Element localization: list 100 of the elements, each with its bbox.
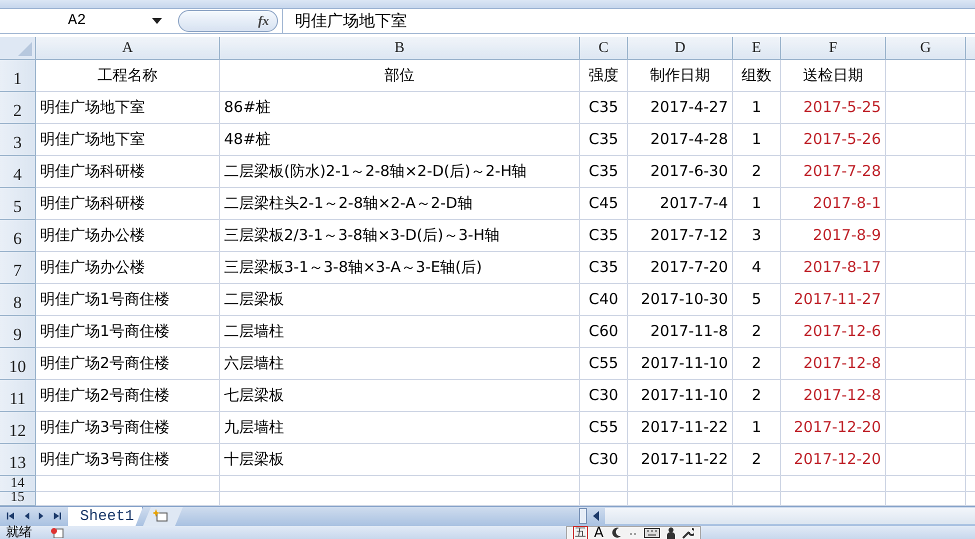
status-text: 就绪 <box>6 526 32 539</box>
table-cell: 六层墙柱 <box>220 348 580 380</box>
keyboard-icon[interactable] <box>644 528 660 538</box>
table-cell: 2017-6-30 <box>628 156 733 188</box>
new-sheet-icon <box>153 509 170 524</box>
wrench-icon[interactable] <box>682 527 694 539</box>
table-cell: C35 <box>580 156 628 188</box>
table-cell: 2 <box>733 380 781 412</box>
column-header[interactable]: D <box>628 36 733 60</box>
table-cell: 二层梁柱头2-1～2-8轴×2-A～2-D轴 <box>220 188 580 220</box>
table-cell: 1 <box>733 412 781 444</box>
table-header-cell: 工程名称 <box>36 60 220 92</box>
record-macro-icon[interactable] <box>50 528 64 538</box>
last-sheet-icon[interactable] <box>53 511 62 522</box>
table-cell: 2017-7-28 <box>781 156 886 188</box>
table-cell: C30 <box>580 444 628 476</box>
table-cell: 明佳广场3号商住楼 <box>36 412 220 444</box>
table-cell: C55 <box>580 412 628 444</box>
table-cell: 三层梁板3-1～3-8轴×3-A～3-E轴(后) <box>220 252 580 284</box>
table-cell: C35 <box>580 220 628 252</box>
table-cell: C30 <box>580 380 628 412</box>
dropdown-caret-icon[interactable] <box>152 18 162 24</box>
table-cell: 2017-11-27 <box>781 284 886 316</box>
table-cell: 2017-8-17 <box>781 252 886 284</box>
row-header[interactable]: 5 <box>0 188 36 220</box>
name-box[interactable]: A2 <box>0 8 170 33</box>
column-header[interactable]: E <box>733 36 781 60</box>
row-header[interactable]: 7 <box>0 252 36 284</box>
scroll-track[interactable] <box>605 508 975 524</box>
table-cell: 1 <box>733 92 781 124</box>
table-cell: 三层梁板2/3-1～3-8轴×3-D(后)～3-H轴 <box>220 220 580 252</box>
table-cell: 2017-7-4 <box>628 188 733 220</box>
table-cell: 明佳广场地下室 <box>36 92 220 124</box>
table-cell: 二层梁板(防水)2-1～2-8轴×2-D(后)～2-H轴 <box>220 156 580 188</box>
table-cell: 2017-8-9 <box>781 220 886 252</box>
table-cell: 二层梁板 <box>220 284 580 316</box>
table-cell: 明佳广场2号商住楼 <box>36 380 220 412</box>
column-header[interactable]: F <box>781 36 886 60</box>
row-header[interactable]: 15 <box>0 492 36 506</box>
table-cell: 2017-12-20 <box>781 412 886 444</box>
table-cell: 3 <box>733 220 781 252</box>
formula-field[interactable]: 明佳广场地下室 <box>282 8 975 33</box>
row-header[interactable]: 14 <box>0 476 36 492</box>
first-sheet-icon[interactable] <box>6 511 15 522</box>
table-cell: 明佳广场办公楼 <box>36 252 220 284</box>
row-header[interactable]: 2 <box>0 92 36 124</box>
previous-sheet-icon[interactable] <box>22 511 30 522</box>
table-cell: 2017-11-10 <box>628 348 733 380</box>
table-cell: C60 <box>580 316 628 348</box>
row-header[interactable]: 1 <box>0 60 36 92</box>
table-cell: 明佳广场1号商住楼 <box>36 316 220 348</box>
table-cell: C55 <box>580 348 628 380</box>
column-header[interactable]: G <box>886 36 966 60</box>
table-cell: 九层墙柱 <box>220 412 580 444</box>
table-cell: 2 <box>733 444 781 476</box>
table-cell: 2017-7-12 <box>628 220 733 252</box>
table-cell: 2017-11-22 <box>628 412 733 444</box>
table-cell: 2017-11-10 <box>628 380 733 412</box>
person-icon[interactable] <box>666 526 676 539</box>
table-cell: 明佳广场科研楼 <box>36 188 220 220</box>
table-cell: 5 <box>733 284 781 316</box>
row-header[interactable]: 6 <box>0 220 36 252</box>
table-cell: 2 <box>733 316 781 348</box>
scroll-left-icon[interactable] <box>591 510 602 522</box>
table-header-cell: 强度 <box>580 60 628 92</box>
table-cell: 明佳广场科研楼 <box>36 156 220 188</box>
table-cell: 明佳广场3号商住楼 <box>36 444 220 476</box>
width-toggle-button[interactable]: A <box>594 525 604 539</box>
triangle-icon <box>18 42 32 56</box>
split-handle[interactable] <box>579 508 588 524</box>
table-cell: 2017-11-22 <box>628 444 733 476</box>
row-header[interactable]: 12 <box>0 412 36 444</box>
input-mode-button[interactable]: 五 <box>573 526 588 539</box>
row-header[interactable]: 13 <box>0 444 36 476</box>
row-header[interactable]: 8 <box>0 284 36 316</box>
table-cell: 2017-12-8 <box>781 348 886 380</box>
table-cell: C35 <box>580 252 628 284</box>
table-cell: 明佳广场2号商住楼 <box>36 348 220 380</box>
table-cell: 86#桩 <box>220 92 580 124</box>
sheet-tab[interactable]: Sheet1 <box>68 506 144 526</box>
table-cell: 2017-4-28 <box>628 124 733 156</box>
next-sheet-icon[interactable] <box>38 511 46 522</box>
table-cell: C40 <box>580 284 628 316</box>
table-cell: 明佳广场办公楼 <box>36 220 220 252</box>
table-header-cell: 组数 <box>733 60 781 92</box>
table-cell: 1 <box>733 188 781 220</box>
column-header[interactable]: B <box>220 36 580 60</box>
column-header[interactable]: A <box>36 36 220 60</box>
table-cell: 2017-5-26 <box>781 124 886 156</box>
row-header[interactable]: 11 <box>0 380 36 412</box>
table-cell: 2017-12-20 <box>781 444 886 476</box>
row-header[interactable]: 3 <box>0 124 36 156</box>
row-header[interactable]: 10 <box>0 348 36 380</box>
moon-icon[interactable] <box>610 527 622 539</box>
table-cell: 2017-7-20 <box>628 252 733 284</box>
column-header[interactable]: C <box>580 36 628 60</box>
row-header[interactable]: 9 <box>0 316 36 348</box>
table-header-cell: 制作日期 <box>628 60 733 92</box>
row-header[interactable]: 4 <box>0 156 36 188</box>
formula-button[interactable]: fx <box>178 10 278 32</box>
